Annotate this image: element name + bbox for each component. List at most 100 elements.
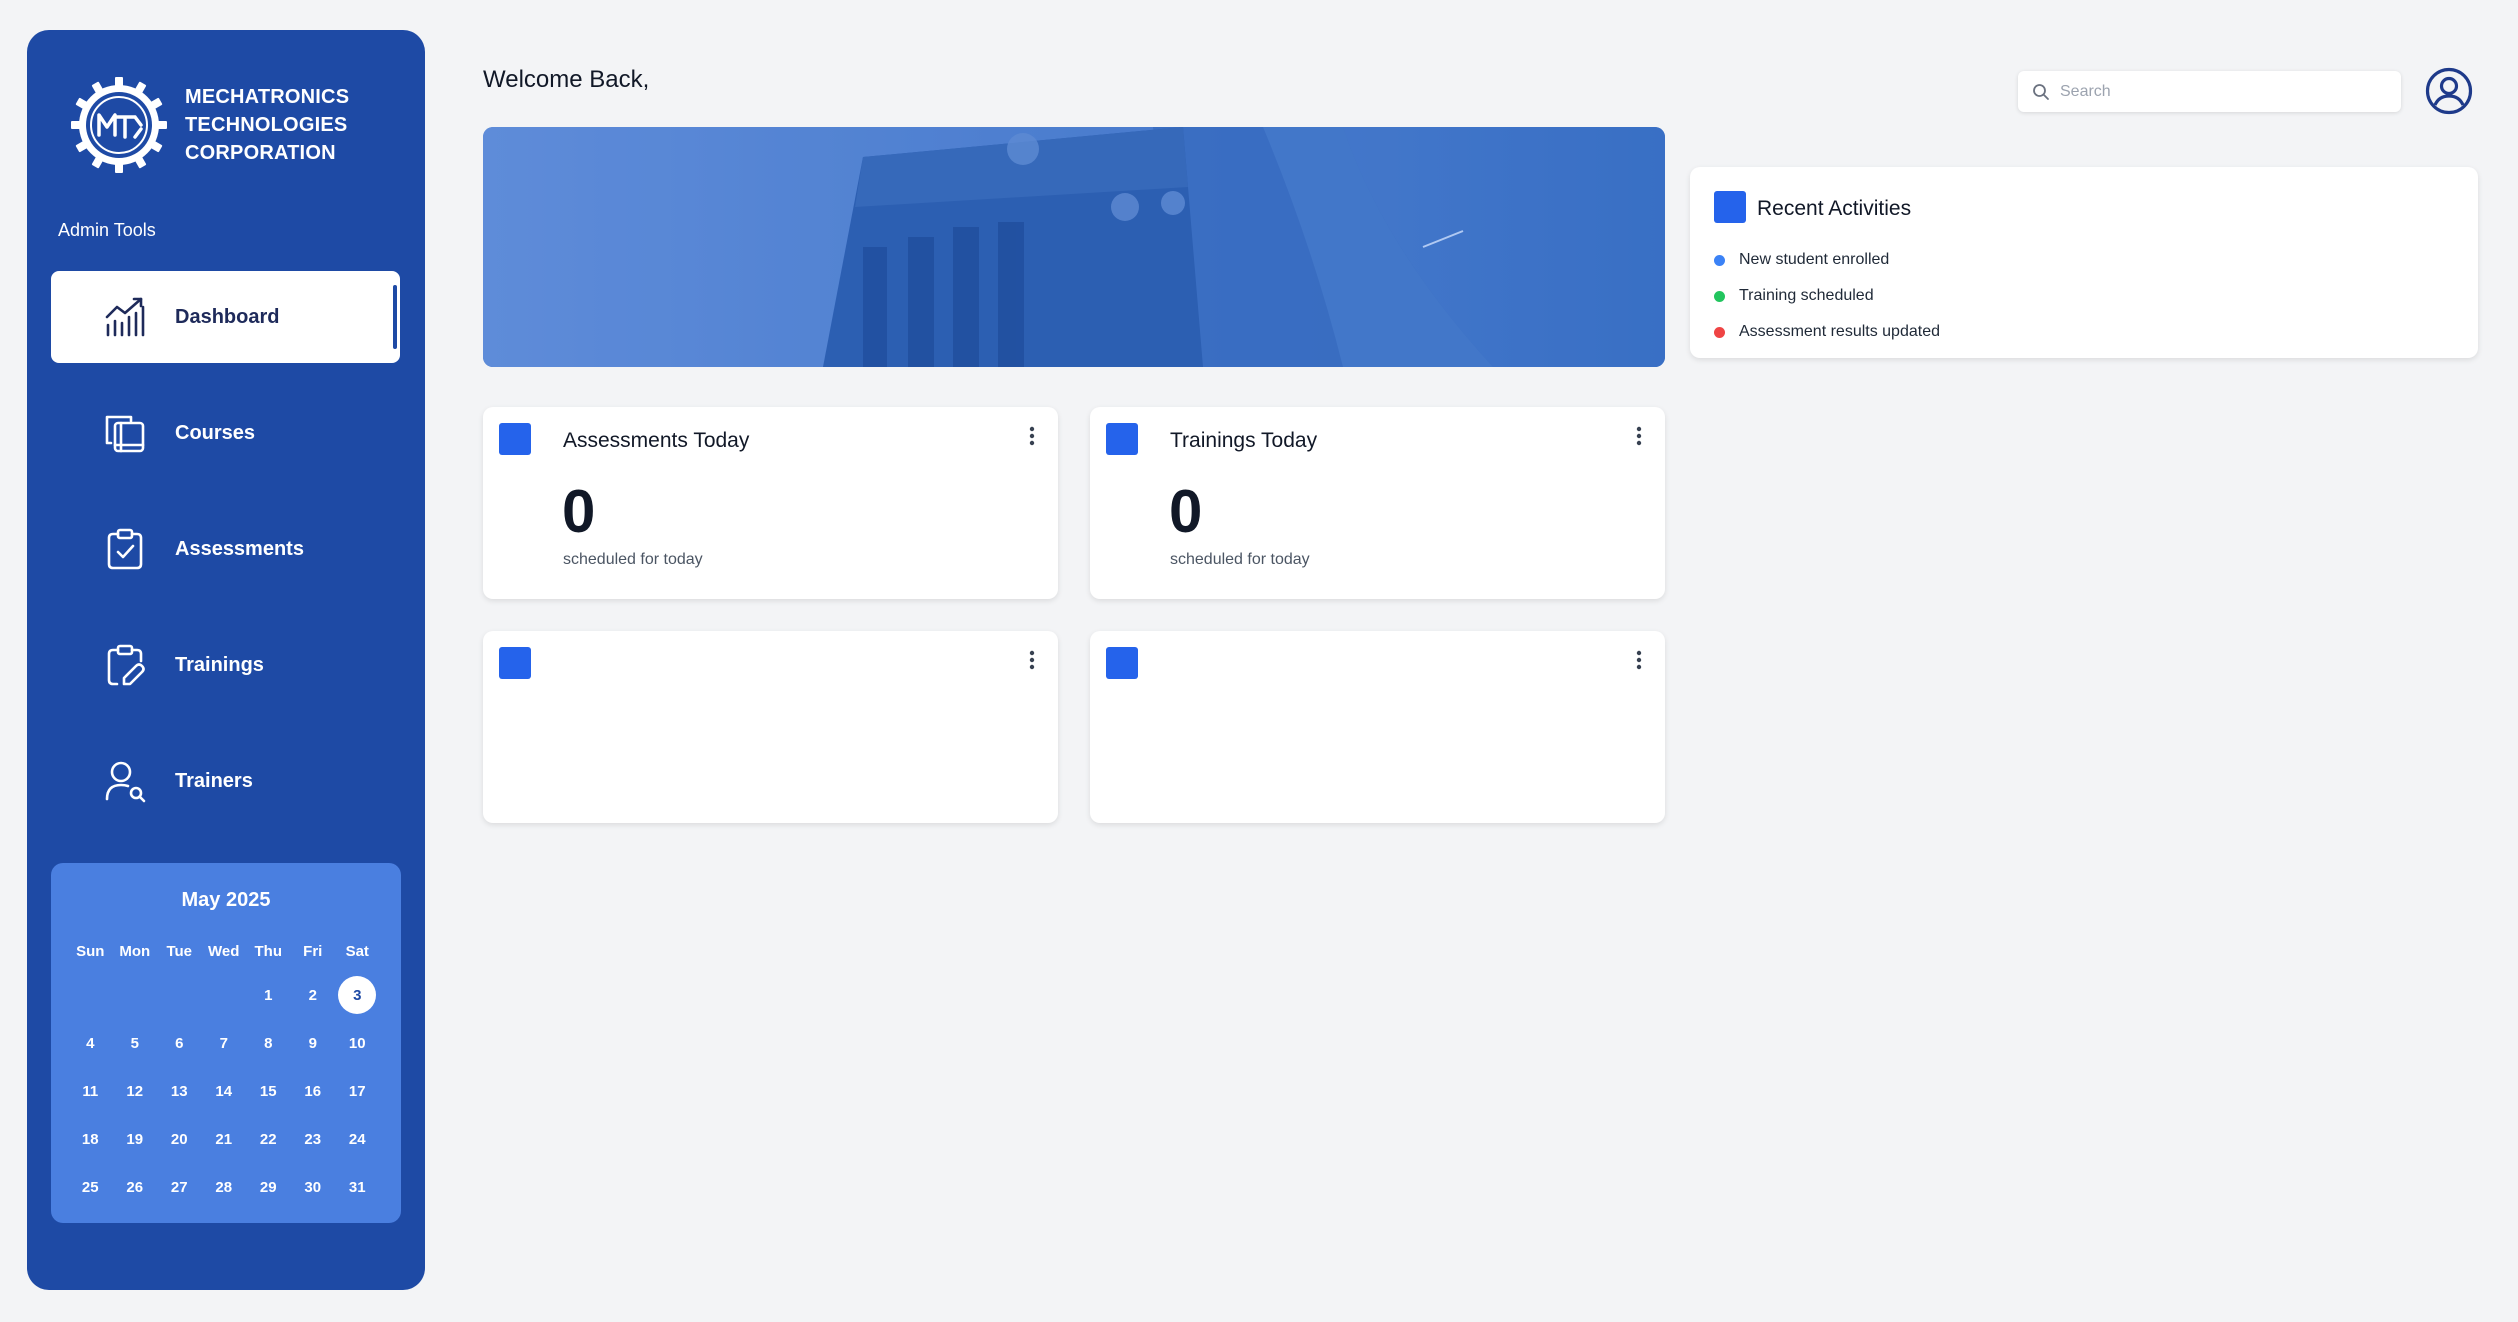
sidebar-item-label: Assessments (175, 537, 304, 560)
calendar-day[interactable]: 24 (335, 1120, 380, 1158)
search-input[interactable] (2060, 82, 2380, 101)
calendar-day[interactable]: 7 (202, 1024, 247, 1062)
weekday-label: Fri (303, 942, 323, 960)
calendar-day-number: 16 (304, 1082, 322, 1100)
calendar-day-number: 15 (259, 1082, 277, 1100)
card-title: Assessments Today (563, 429, 750, 452)
activity-item: Training scheduled (1714, 278, 1940, 314)
activity-text: New student enrolled (1739, 251, 1890, 268)
calendar-empty-cell (202, 976, 247, 1014)
calendar-day[interactable]: 10 (335, 1024, 380, 1062)
book-copy-icon (103, 411, 147, 455)
calendar-day[interactable]: 15 (246, 1072, 291, 1110)
card-badge-icon (499, 423, 531, 455)
sidebar-item-trainings[interactable]: Trainings (51, 619, 400, 711)
calendar-day-number: 6 (175, 1034, 184, 1052)
weekday-label: Sat (345, 942, 369, 960)
sidebar-item-label: Courses (175, 421, 256, 444)
calendar-day[interactable]: 23 (291, 1120, 336, 1158)
calendar-day[interactable]: 30 (291, 1168, 336, 1206)
clipboard-check-icon (103, 527, 147, 571)
more-options-icon[interactable] (1635, 649, 1643, 671)
calendar-day[interactable]: 29 (246, 1168, 291, 1206)
sidebar-item-courses[interactable]: Courses (51, 387, 400, 479)
calendar-day[interactable]: 12 (113, 1072, 158, 1110)
card-badge-icon (1106, 647, 1138, 679)
more-options-icon[interactable] (1028, 649, 1036, 671)
user-profile-icon[interactable] (2424, 66, 2474, 116)
calendar-day[interactable]: 25 (68, 1168, 113, 1206)
calendar-day-number: 4 (86, 1034, 95, 1052)
calendar-weeks: 1 2 3 4 5 6 7 8 9 10 11 12 13 14 15 16 17 18 19 20 21 22 23 24 2… (68, 971, 388, 1211)
calendar-day[interactable]: 19 (113, 1120, 158, 1158)
assessments-today-card[interactable]: Assessments Today 0 scheduled for today (483, 407, 1058, 599)
calendar-week: 1 2 3 (68, 971, 388, 1019)
sidebar-item-label: Dashboard (175, 305, 280, 328)
calendar-day[interactable]: 18 (68, 1120, 113, 1158)
weekday-label: Wed (208, 942, 240, 960)
calendar-day[interactable]: 5 (113, 1024, 158, 1062)
empty-card[interactable] (483, 631, 1058, 823)
sidebar-item-dashboard[interactable]: Dashboard (51, 271, 400, 363)
empty-card[interactable] (1090, 631, 1665, 823)
calendar-day-number: 2 (308, 986, 317, 1004)
calendar-day[interactable]: 14 (202, 1072, 247, 1110)
search-bar[interactable] (2018, 71, 2401, 112)
hero-banner-image (483, 127, 1665, 367)
activity-text: Training scheduled (1739, 287, 1874, 304)
welcome-heading: Welcome Back, (483, 66, 650, 93)
sidebar-item-trainers[interactable]: Trainers (51, 735, 400, 827)
calendar-day[interactable]: 17 (335, 1072, 380, 1110)
weekday-label: Mon (119, 942, 151, 960)
calendar-day[interactable]: 3 (335, 976, 380, 1014)
calendar-day[interactable]: 28 (202, 1168, 247, 1206)
trainings-today-card[interactable]: Trainings Today 0 scheduled for today (1090, 407, 1665, 599)
calendar-day-number: 19 (126, 1130, 144, 1148)
calendar-weekdays: Sun Mon Tue Wed Thu Fri Sat (68, 939, 388, 963)
calendar-day-number: 24 (348, 1130, 366, 1148)
calendar-day[interactable]: 21 (202, 1120, 247, 1158)
calendar-day-number: 13 (170, 1082, 188, 1100)
calendar-day[interactable]: 6 (157, 1024, 202, 1062)
calendar-day-number: 30 (304, 1178, 322, 1196)
calendar-day[interactable]: 26 (113, 1168, 158, 1206)
calendar-day[interactable]: 9 (291, 1024, 336, 1062)
activity-item: Assessment results updated (1714, 314, 1940, 350)
calendar-day[interactable]: 16 (291, 1072, 336, 1110)
calendar-grid: Sun Mon Tue Wed Thu Fri Sat 1 2 3 4 5 6 7 8 9 10 1… (68, 939, 388, 1211)
calendar-week: 25 26 27 28 29 30 31 (68, 1163, 388, 1211)
more-options-icon[interactable] (1028, 425, 1036, 447)
calendar-day-number: 12 (126, 1082, 144, 1100)
calendar-day[interactable]: 8 (246, 1024, 291, 1062)
sidebar-item-assessments[interactable]: Assessments (51, 503, 400, 595)
mini-calendar: May 2025 Sun Mon Tue Wed Thu Fri Sat 123… (51, 863, 401, 1223)
card-value: 0 (562, 478, 596, 545)
card-subtitle: scheduled for today (1170, 551, 1310, 568)
brand-line-2: TECHNOLOGIES (185, 114, 348, 136)
activity-text: Assessment results updated (1739, 323, 1940, 340)
calendar-week: 4 5 6 7 8 9 10 (68, 1019, 388, 1067)
calendar-day-number: 17 (348, 1082, 366, 1100)
card-value: 0 (1169, 478, 1203, 545)
card-subtitle: scheduled for today (563, 551, 703, 568)
calendar-week: 11 12 13 14 15 16 17 (68, 1067, 388, 1115)
brand[interactable]: MECHATRONICS TECHNOLOGIES CORPORATION (69, 75, 349, 175)
calendar-day[interactable]: 22 (246, 1120, 291, 1158)
calendar-day[interactable]: 11 (68, 1072, 113, 1110)
activity-item: New student enrolled (1714, 242, 1940, 278)
weekday-label: Sun (76, 942, 105, 960)
more-options-icon[interactable] (1635, 425, 1643, 447)
user-search-icon (103, 759, 147, 803)
calendar-day[interactable]: 20 (157, 1120, 202, 1158)
calendar-day[interactable]: 31 (335, 1168, 380, 1206)
calendar-day[interactable]: 1 (246, 976, 291, 1014)
panel-badge-icon (1714, 191, 1746, 223)
weekday-label: Thu (254, 942, 283, 960)
calendar-day-number: 20 (170, 1130, 188, 1148)
calendar-day[interactable]: 4 (68, 1024, 113, 1062)
calendar-day[interactable]: 2 (291, 976, 336, 1014)
calendar-day-number: 14 (215, 1082, 233, 1100)
calendar-day[interactable]: 13 (157, 1072, 202, 1110)
calendar-day[interactable]: 27 (157, 1168, 202, 1206)
calendar-empty-cell (68, 976, 113, 1014)
